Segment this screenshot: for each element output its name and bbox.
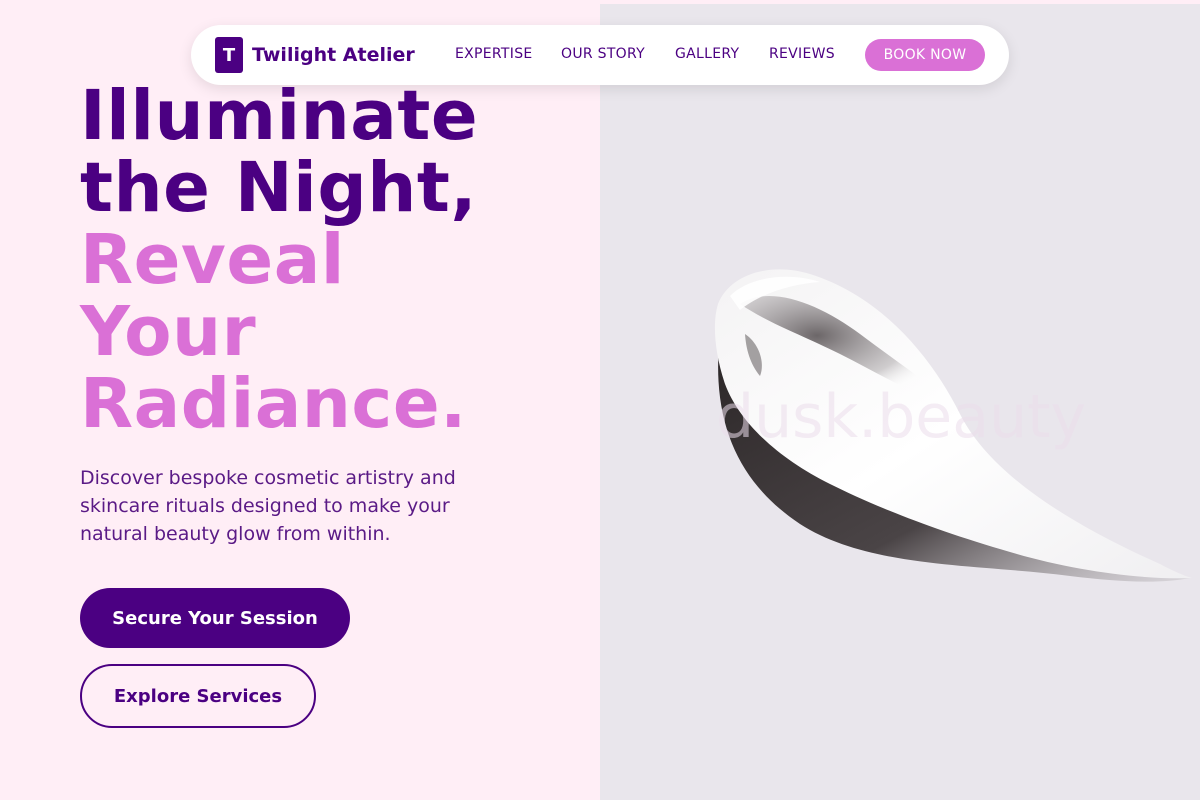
- headline-line-2: the Night,: [80, 148, 478, 228]
- landing-page: dusk.beauty T Twilight Atelier EXPERTISE…: [0, 0, 1200, 800]
- hero-image: dusk.beauty: [600, 4, 1200, 800]
- book-now-button[interactable]: BOOK NOW: [865, 39, 985, 71]
- headline-line-1: Illuminate: [80, 76, 479, 156]
- nav-link-reviews[interactable]: REVIEWS: [769, 46, 835, 62]
- headline-line-3: Reveal: [80, 220, 345, 300]
- nav-link-expertise[interactable]: EXPERTISE: [455, 46, 533, 62]
- hero-headline: Illuminate the Night, Reveal Your Radian…: [80, 80, 600, 440]
- headline-line-5: Radiance.: [80, 364, 467, 444]
- nav-link-our-story[interactable]: OUR STORY: [561, 46, 645, 62]
- nav-link-gallery[interactable]: GALLERY: [675, 46, 739, 62]
- brand-name: Twilight Atelier: [252, 44, 415, 66]
- brand-logo[interactable]: T Twilight Atelier: [215, 37, 415, 73]
- hero-description: Discover bespoke cosmetic artistry and s…: [80, 467, 456, 545]
- brand-mark-icon: T: [215, 37, 243, 73]
- secure-session-button[interactable]: Secure Your Session: [80, 588, 350, 648]
- headline-line-4: Your: [80, 292, 257, 372]
- explore-services-button[interactable]: Explore Services: [80, 664, 316, 728]
- watermark-text: dusk.beauty: [716, 382, 1087, 452]
